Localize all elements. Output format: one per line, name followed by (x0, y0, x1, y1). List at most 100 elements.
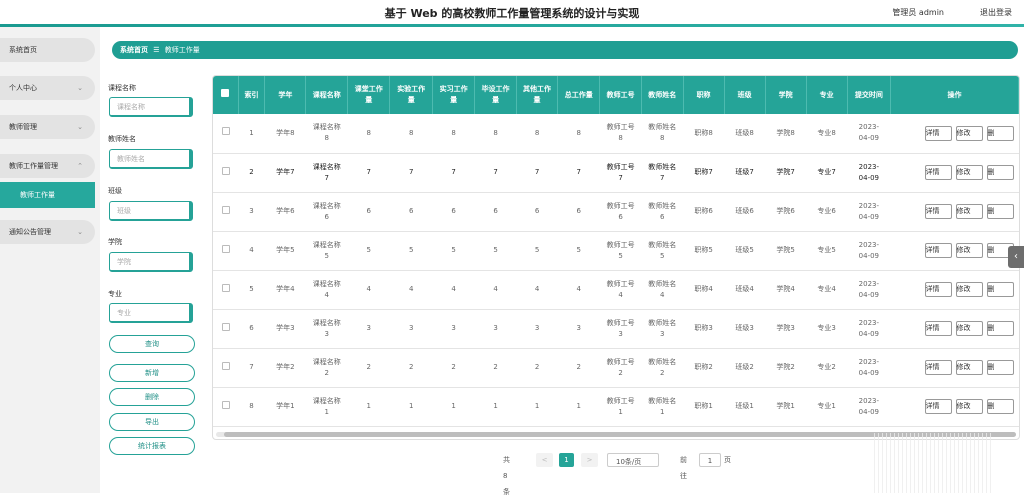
sidebar-item-label: 个人中心 (9, 84, 37, 92)
edit-button[interactable]: 修改 (956, 126, 983, 141)
detail-button[interactable]: 详情 (925, 399, 952, 414)
edit-button[interactable]: 修改 (956, 282, 983, 297)
prev-page-button[interactable]: < (536, 453, 553, 467)
table-cell: 学院2 (765, 348, 806, 387)
table-row[interactable]: 5学年4课程名称4444444教师工号4教师姓名4职称4班级4学院4专业4202… (213, 270, 1019, 309)
edit-button[interactable]: 修改 (956, 399, 983, 414)
row-checkbox[interactable] (222, 323, 230, 331)
delete-row-button[interactable]: 删 (987, 360, 1014, 375)
sidebar-item-personal[interactable]: 个人中心⌄ (0, 76, 95, 100)
sidebar-subitem-teacher-workload[interactable]: 教师工作量 (0, 182, 95, 208)
table-row[interactable]: 4学年5课程名称5555555教师工号5教师姓名5职称5班级5学院5专业5202… (213, 231, 1019, 270)
detail-button[interactable]: 详情 (925, 126, 952, 141)
export-button[interactable]: 导出 (109, 413, 195, 431)
select-all-checkbox[interactable] (221, 89, 229, 97)
row-checkbox[interactable] (222, 284, 230, 292)
page-button-1[interactable]: 1 (559, 453, 574, 467)
row-checkbox-cell[interactable] (213, 114, 238, 153)
row-checkbox-cell[interactable] (213, 387, 238, 426)
delete-row-button[interactable]: 删 (987, 321, 1014, 336)
edit-button[interactable]: 修改 (956, 165, 983, 180)
column-header: 提交时间 (847, 76, 890, 114)
table-cell: 学院3 (765, 309, 806, 348)
table-cell: 4 (238, 231, 265, 270)
college-input[interactable]: 学院 (109, 252, 193, 272)
table-cell: 课程名称6 (306, 192, 348, 231)
breadcrumb-home[interactable]: 系统首页 (120, 46, 148, 54)
row-checkbox-cell[interactable] (213, 270, 238, 309)
column-header: 课堂工作量 (348, 76, 390, 114)
table-cell: 学院5 (765, 231, 806, 270)
detail-button[interactable]: 详情 (925, 165, 952, 180)
table-cell: 4 (432, 270, 474, 309)
detail-button[interactable]: 详情 (925, 360, 952, 375)
table-cell: 8 (475, 114, 516, 153)
page-size-select[interactable]: 10条/页 (607, 453, 659, 467)
table-cell: 教师姓名4 (641, 270, 683, 309)
goto-page-input[interactable]: 1 (699, 453, 721, 467)
select-all-checkbox-cell[interactable] (213, 76, 238, 114)
row-checkbox[interactable] (222, 127, 230, 135)
table-row[interactable]: 1学年8课程名称8888888教师工号8教师姓名8职称8班级8学院8专业8202… (213, 114, 1019, 153)
delete-row-button[interactable]: 删 (987, 282, 1014, 297)
delete-row-button[interactable]: 删 (987, 165, 1014, 180)
table-cell: 2 (558, 348, 600, 387)
table-cell: 6 (238, 309, 265, 348)
table-cell: 教师工号6 (600, 192, 642, 231)
row-checkbox[interactable] (222, 362, 230, 370)
delete-row-button[interactable]: 删 (987, 126, 1014, 141)
table-cell: 2023-04-09 (847, 309, 890, 348)
row-checkbox[interactable] (222, 167, 230, 175)
add-button[interactable]: 新增 (109, 364, 195, 382)
edit-button[interactable]: 修改 (956, 204, 983, 219)
detail-button[interactable]: 详情 (925, 243, 952, 258)
course-name-input[interactable]: 课程名称 (109, 97, 193, 117)
table-cell: 7 (516, 153, 557, 192)
row-checkbox-cell[interactable] (213, 192, 238, 231)
row-checkbox-cell[interactable] (213, 309, 238, 348)
row-checkbox-cell[interactable] (213, 231, 238, 270)
stats-report-button[interactable]: 统计报表 (109, 437, 195, 455)
table-cell: 6 (432, 192, 474, 231)
teacher-name-input[interactable]: 教师姓名 (109, 149, 193, 169)
sidebar-item-home[interactable]: 系统首页 (0, 38, 95, 62)
table-row[interactable]: 8学年1课程名称1111111教师工号1教师姓名1职称1班级1学院1专业1202… (213, 387, 1019, 426)
table-cell: 班级3 (724, 309, 765, 348)
table-row[interactable]: 3学年6课程名称6666666教师工号6教师姓名6职称6班级6学院6专业6202… (213, 192, 1019, 231)
column-header: 学年 (265, 76, 306, 114)
detail-button[interactable]: 详情 (925, 282, 952, 297)
delete-row-button[interactable]: 删 (987, 204, 1014, 219)
collapse-handle-icon[interactable]: ‹ (1008, 246, 1024, 268)
delete-button[interactable]: 删除 (109, 388, 195, 406)
table-cell: 6 (348, 192, 390, 231)
class-input[interactable]: 班级 (109, 201, 193, 221)
edit-button[interactable]: 修改 (956, 321, 983, 336)
edit-button[interactable]: 修改 (956, 243, 983, 258)
row-checkbox-cell[interactable] (213, 348, 238, 387)
table-row[interactable]: 6学年3课程名称3333333教师工号3教师姓名3职称3班级3学院3专业3202… (213, 309, 1019, 348)
table-cell: 学年5 (265, 231, 306, 270)
next-page-button[interactable]: > (581, 453, 598, 467)
sidebar-item-workload[interactable]: 教师工作量管理⌃ (0, 154, 95, 178)
table-cell: 班级1 (724, 387, 765, 426)
row-checkbox[interactable] (222, 401, 230, 409)
sidebar-item-teachers[interactable]: 教师管理⌄ (0, 115, 95, 139)
table-row[interactable]: 2学年7课程名称7777777教师工号7教师姓名7职称7班级7学院7专业7202… (213, 153, 1019, 192)
row-checkbox-cell[interactable] (213, 153, 238, 192)
detail-button[interactable]: 详情 (925, 204, 952, 219)
major-input[interactable]: 专业 (109, 303, 193, 323)
edit-button[interactable]: 修改 (956, 360, 983, 375)
row-checkbox[interactable] (222, 245, 230, 253)
delete-row-button[interactable]: 删 (987, 399, 1014, 414)
table-cell: 课程名称3 (306, 309, 348, 348)
table-row[interactable]: 7学年2课程名称2222222教师工号2教师姓名2职称2班级2学院2专业2202… (213, 348, 1019, 387)
sidebar-item-notices[interactable]: 通知公告管理⌄ (0, 220, 95, 244)
teacher-name-label: 教师姓名 (108, 134, 136, 144)
sidebar-item-label: 通知公告管理 (9, 228, 51, 236)
detail-button[interactable]: 详情 (925, 321, 952, 336)
query-button[interactable]: 查询 (109, 335, 195, 353)
row-checkbox[interactable] (222, 206, 230, 214)
table-cell: 1 (348, 387, 390, 426)
table-cell: 5 (516, 231, 557, 270)
logout-link[interactable]: 退出登录 (980, 7, 1012, 18)
